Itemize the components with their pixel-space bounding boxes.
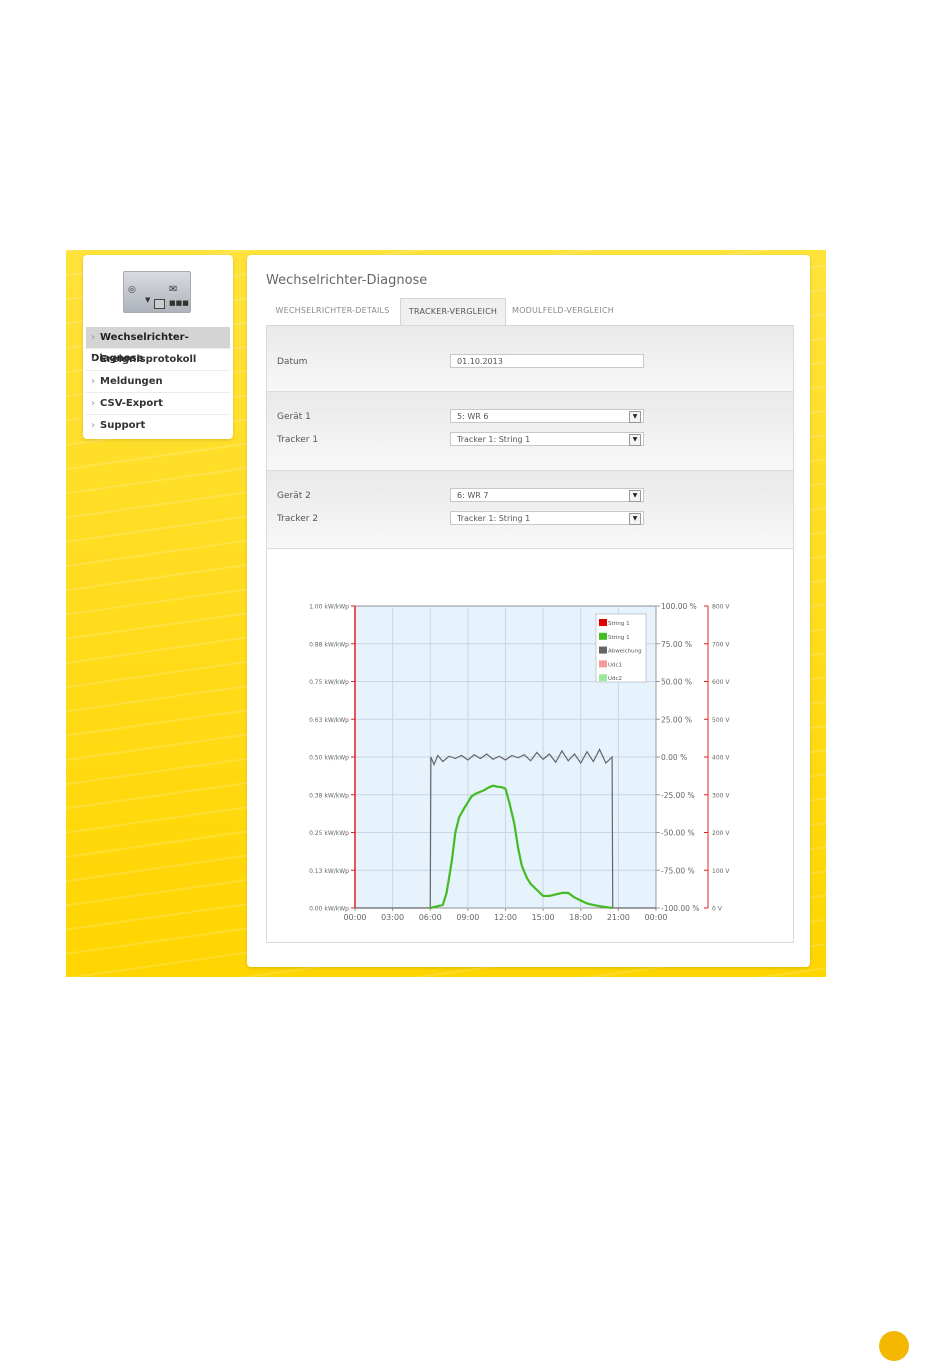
left-axis-tick-label: 0.50 kW/kWp (309, 755, 349, 762)
main-content: Wechselrichter-Diagnose WECHSELRICHTER-D… (247, 255, 810, 967)
right-axis-pct-tick-label: -100.00 % (661, 904, 699, 913)
x-axis-tick-label: 15:00 (532, 913, 555, 922)
legend-swatch (599, 619, 607, 626)
screenshot-frame: ◎ ✉ ▼ ■■■ › Wechselrichter-Diagnose › Erei… (66, 250, 826, 977)
chevron-right-icon: › (91, 398, 95, 409)
chevron-down-icon[interactable]: ▼ (629, 434, 641, 446)
legend-label: Abweichung (608, 649, 642, 655)
globe-icon: ◎ (128, 285, 136, 295)
tab-modulfeld-vergleich[interactable]: MODULFELD-VERGLEICH (508, 298, 618, 324)
sidebar-item-label: CSV-Export (100, 398, 163, 409)
right-axis-pct-tick-label: 25.00 % (661, 715, 692, 724)
sidebar-item-csv-export[interactable]: › CSV-Export (86, 393, 230, 415)
geraet2-value: 6: WR 7 (457, 491, 489, 500)
right-axis-pct-tick-label: 100.00 % (661, 602, 697, 611)
left-axis-tick-label: 1.00 kW/kWp (309, 604, 349, 611)
chevron-right-icon: › (91, 354, 95, 365)
x-axis-tick-label: 21:00 (607, 913, 630, 922)
legend-swatch (599, 660, 607, 668)
geraet2-label: Gerät 2 (277, 491, 311, 501)
geraet2-select[interactable]: 6: WR 7 ▼ (450, 488, 644, 502)
wifi-icon: ▼ (145, 296, 151, 304)
right-axis-pct-tick-label: 75.00 % (661, 640, 692, 649)
right-axis-volt-tick-label: 400 V (712, 755, 730, 762)
tracker-vergleich-panel: Datum 01.10.2013 Gerät 1 5: WR 6 ▼ Tracke… (266, 325, 794, 943)
datum-label: Datum (277, 357, 308, 367)
x-axis-tick-label: 12:00 (494, 913, 517, 922)
chevron-down-icon[interactable]: ▼ (629, 411, 641, 423)
battery-icon: ■■■ (169, 299, 189, 307)
right-axis-volt-tick-label: 100 V (712, 868, 730, 875)
geraet1-value: 5: WR 6 (457, 412, 489, 421)
left-axis-tick-label: 0.63 kW/kWp (309, 717, 349, 724)
chevron-right-icon: › (91, 376, 95, 387)
right-axis-pct-tick-label: -75.00 % (661, 866, 695, 875)
device1-section: Gerät 1 5: WR 6 ▼ Tracker 1 Tracker 1: St… (267, 392, 793, 471)
date-section: Datum 01.10.2013 (267, 326, 793, 392)
legend-label: String 1 (608, 635, 630, 641)
tracker2-label: Tracker 2 (277, 514, 319, 524)
left-axis-tick-label: 0.88 kW/kWp (309, 641, 349, 648)
datum-input[interactable]: 01.10.2013 (450, 354, 644, 368)
legend-label: String 1 (608, 621, 630, 627)
tracker2-value: Tracker 1: String 1 (457, 514, 531, 523)
tab-tracker-vergleich[interactable]: TRACKER-VERGLEICH (400, 298, 506, 325)
left-axis-tick-label: 0.25 kW/kWp (309, 830, 349, 837)
right-axis-volt-tick-label: 0 V (712, 906, 723, 913)
legend-swatch (599, 632, 607, 640)
tracker2-select[interactable]: Tracker 1: String 1 ▼ (450, 511, 644, 525)
comparison-chart: 1.00 kW/kWp 0.88 kW/kWp 0.75 kW/kWp 0.63 kW… (309, 602, 730, 922)
tab-wechselrichter-details[interactable]: WECHSELRICHTER-DETAILS (267, 298, 398, 324)
legend-swatch (599, 674, 607, 682)
left-axis-tick-label: 0.00 kW/kWp (309, 906, 349, 913)
tracker1-value: Tracker 1: String 1 (457, 435, 531, 444)
x-axis-tick-label: 03:00 (381, 913, 404, 922)
page-title: Wechselrichter-Diagnose (266, 273, 428, 288)
right-axis-volt-tick-label: 200 V (712, 830, 730, 837)
sidebar-item-label: Ereignisprotokoll (100, 354, 197, 365)
x-axis-tick-label: 06:00 (419, 913, 442, 922)
geraet1-label: Gerät 1 (277, 412, 311, 422)
sidebar-item-wechselrichter-diagnose[interactable]: › Wechselrichter-Diagnose (86, 327, 230, 364)
mail-icon: ✉ (169, 284, 178, 295)
sidebar-item-label: Meldungen (100, 376, 163, 387)
right-axis-volt-tick-label: 600 V (712, 679, 730, 686)
display-icon (154, 299, 165, 309)
x-axis-tick-label: 09:00 (456, 913, 479, 922)
right-axis-pct-tick-label: -25.00 % (661, 791, 695, 800)
chevron-down-icon[interactable]: ▼ (629, 490, 641, 502)
chevron-down-icon[interactable]: ▼ (629, 513, 641, 525)
sidebar-item-support[interactable]: › Support (86, 415, 230, 436)
right-axis-volt-tick-label: 500 V (712, 717, 730, 724)
sidebar-item-ereignisprotokoll[interactable]: › Ereignisprotokoll (86, 349, 230, 371)
geraet1-select[interactable]: 5: WR 6 ▼ (450, 409, 644, 423)
sidebar-menu: › Wechselrichter-Diagnose › Ereignisprotok… (86, 327, 230, 436)
left-axis-tick-label: 0.38 kW/kWp (309, 792, 349, 799)
sidebar-item-label: Support (100, 420, 146, 431)
legend-label: Udc1 (608, 662, 622, 668)
x-axis-tick-label: 18:00 (569, 913, 592, 922)
device2-section: Gerät 2 6: WR 7 ▼ Tracker 2 Tracker 1: St… (267, 471, 793, 549)
device-logo: ◎ ✉ ▼ ■■■ (123, 271, 191, 313)
chevron-right-icon: › (91, 332, 95, 343)
right-axis-pct-tick-label: -50.00 % (661, 829, 695, 838)
right-axis-volt-tick-label: 700 V (712, 641, 730, 648)
chevron-right-icon: › (91, 420, 95, 431)
right-axis-pct-tick-label: 50.00 % (661, 678, 692, 687)
legend-swatch (599, 646, 607, 654)
left-axis-tick-label: 0.75 kW/kWp (309, 679, 349, 686)
x-axis-tick-label: 00:00 (343, 913, 366, 922)
right-axis-volt-tick-label: 800 V (712, 604, 730, 611)
right-axis-pct-tick-label: 0.00 % (661, 753, 687, 762)
chart-area: 1.00 kW/kWp 0.88 kW/kWp 0.75 kW/kWp 0.63 kW… (267, 549, 793, 942)
sidebar-item-meldungen[interactable]: › Meldungen (86, 371, 230, 393)
page-badge (879, 1331, 909, 1361)
right-axis-volt-tick-label: 300 V (712, 792, 730, 799)
x-axis-tick-label: 00:00 (644, 913, 667, 922)
tracker1-label: Tracker 1 (277, 435, 319, 445)
tracker1-select[interactable]: Tracker 1: String 1 ▼ (450, 432, 644, 446)
left-axis-tick-label: 0.13 kW/kWp (309, 868, 349, 875)
legend-label: Udc2 (608, 676, 622, 682)
sidebar: ◎ ✉ ▼ ■■■ › Wechselrichter-Diagnose › Erei… (83, 255, 233, 439)
